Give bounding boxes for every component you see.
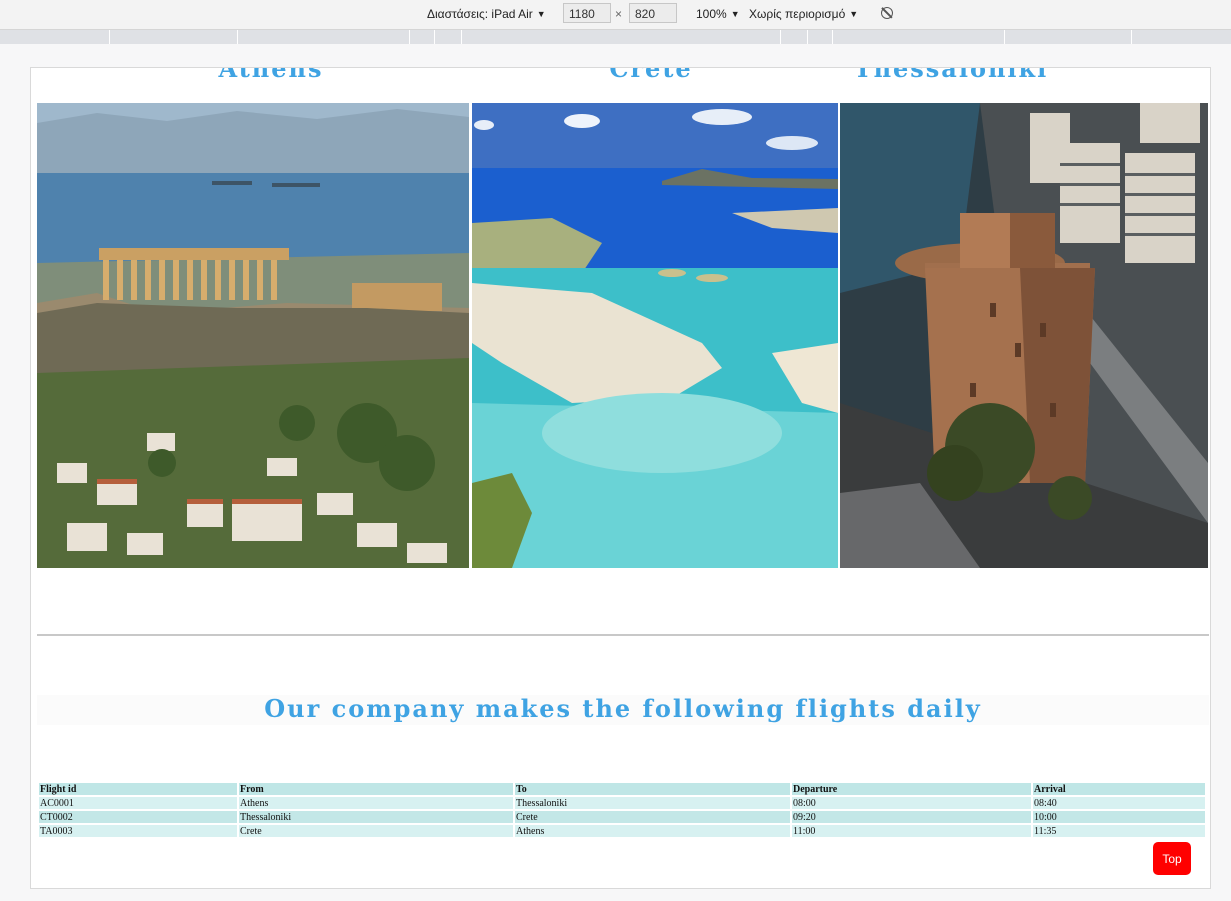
- acropolis-parthenon-photo: [37, 103, 469, 568]
- device-select[interactable]: Διαστάσεις: iPad Air ▼: [427, 7, 546, 21]
- column-header-to: To: [515, 783, 790, 795]
- table-cell: Athens: [239, 797, 513, 809]
- page-viewport: Athens Crete Thessaloniki Our company ma…: [30, 67, 1211, 889]
- device-toolbar: Διαστάσεις: iPad Air ▼ 1180 × 820 100% ▼ Χ…: [0, 0, 1231, 30]
- table-cell: Crete: [239, 825, 513, 837]
- table-cell: TA0003: [39, 825, 237, 837]
- table-cell: 08:00: [792, 797, 1031, 809]
- table-row: TA0003 Crete Athens 11:00 11:35: [39, 825, 1205, 837]
- width-input[interactable]: 1180: [563, 3, 611, 23]
- times-sign: ×: [615, 7, 623, 21]
- media-query-ruler[interactable]: [0, 30, 1231, 44]
- throttle-select[interactable]: Χωρίς περιορισμό ▼: [749, 7, 858, 21]
- table-cell: 08:40: [1033, 797, 1205, 809]
- table-cell: Thessaloniki: [239, 811, 513, 823]
- table-cell: 10:00: [1033, 811, 1205, 823]
- column-header-from: From: [239, 783, 513, 795]
- table-cell: Crete: [515, 811, 790, 823]
- city-title-athens: Athens: [218, 67, 324, 83]
- table-cell: Thessaloniki: [515, 797, 790, 809]
- elafonisi-beach-photo: [472, 103, 838, 568]
- zoom-select[interactable]: 100% ▼: [696, 7, 740, 21]
- table-header-row: Flight id From To Departure Arrival: [39, 783, 1205, 795]
- flights-heading: Our company makes the following flights …: [264, 694, 982, 723]
- table-cell: Athens: [515, 825, 790, 837]
- height-input[interactable]: 820: [629, 3, 677, 23]
- chevron-down-icon: ▼: [536, 9, 546, 19]
- table-cell: 09:20: [792, 811, 1031, 823]
- table-row: AC0001 Athens Thessaloniki 08:00 08:40: [39, 797, 1205, 809]
- section-divider: [37, 634, 1209, 636]
- column-header-arrival: Arrival: [1033, 783, 1205, 795]
- city-title-thessaloniki: Thessaloniki: [853, 67, 1049, 83]
- table-cell: AC0001: [39, 797, 237, 809]
- white-tower-photo: [840, 103, 1208, 568]
- flights-table: Flight id From To Departure Arrival AC00…: [37, 781, 1207, 839]
- chevron-down-icon: ▼: [730, 9, 740, 19]
- chevron-down-icon: ▼: [849, 9, 859, 19]
- table-cell: 11:35: [1033, 825, 1205, 837]
- table-cell: 11:00: [792, 825, 1031, 837]
- table-row: CT0002 Thessaloniki Crete 09:20 10:00: [39, 811, 1205, 823]
- rotate-icon[interactable]: [881, 7, 893, 19]
- column-header-departure: Departure: [792, 783, 1031, 795]
- table-cell: CT0002: [39, 811, 237, 823]
- back-to-top-button[interactable]: Top: [1153, 842, 1191, 875]
- city-title-crete: Crete: [609, 67, 693, 83]
- column-header-flight-id: Flight id: [39, 783, 237, 795]
